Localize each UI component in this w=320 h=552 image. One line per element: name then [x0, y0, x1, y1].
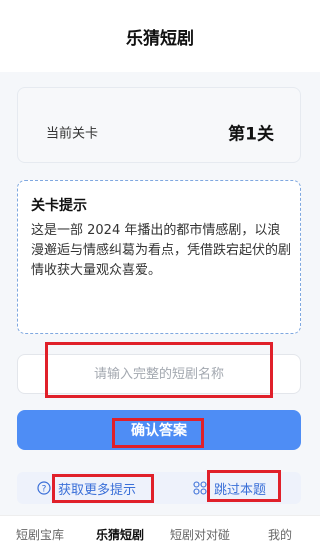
tab-mine[interactable]: 我的: [240, 516, 320, 552]
confirm-answer-button[interactable]: 确认答案: [17, 410, 301, 450]
answer-input[interactable]: [17, 354, 301, 394]
tab-guess-drama-label: 乐猜短剧: [95, 527, 144, 542]
main-content: 当前关卡 第1关 关卡提示 这是一部 2024 年播出的都市情感剧，以浪漫邂逅与…: [0, 72, 320, 515]
more-hints-label: 获取更多提示: [58, 482, 137, 498]
tab-mine-label: 我的: [267, 527, 292, 542]
question-circle-icon: ?: [37, 481, 51, 495]
tab-drama-match-label: 短剧对对碰: [169, 527, 230, 542]
bottom-tab-bar: 短剧宝库 乐猜短剧 短剧对对碰 我的: [0, 515, 320, 552]
tab-drama-library[interactable]: 短剧宝库: [0, 516, 80, 552]
tab-drama-match[interactable]: 短剧对对碰: [160, 516, 240, 552]
title-bar: 乐猜短剧: [0, 0, 320, 72]
confirm-answer-label: 确认答案: [131, 423, 187, 439]
more-hints-button[interactable]: ? 获取更多提示: [37, 472, 136, 504]
page-title: 乐猜短剧: [126, 28, 194, 49]
svg-text:?: ?: [42, 485, 47, 495]
tab-guess-drama[interactable]: 乐猜短剧: [80, 516, 160, 552]
level-value: 第1关: [228, 124, 274, 145]
grid-icon: [193, 481, 207, 495]
skip-question-label: 跳过本题: [214, 482, 267, 498]
level-card: 当前关卡 第1关: [17, 87, 301, 163]
hint-card: 关卡提示 这是一部 2024 年播出的都市情感剧，以浪漫邂逅与情感纠葛为看点，凭…: [17, 180, 301, 334]
skip-question-button[interactable]: 跳过本题: [193, 472, 266, 504]
tab-drama-library-label: 短剧宝库: [15, 527, 64, 542]
hint-title: 关卡提示: [31, 198, 87, 214]
level-label: 当前关卡: [46, 126, 99, 142]
hint-text: 这是一部 2024 年播出的都市情感剧，以浪漫邂逅与情感纠葛为看点，凭借跌宕起伏…: [31, 223, 292, 278]
bottom-actions: ? 获取更多提示 跳过本题: [17, 472, 301, 504]
